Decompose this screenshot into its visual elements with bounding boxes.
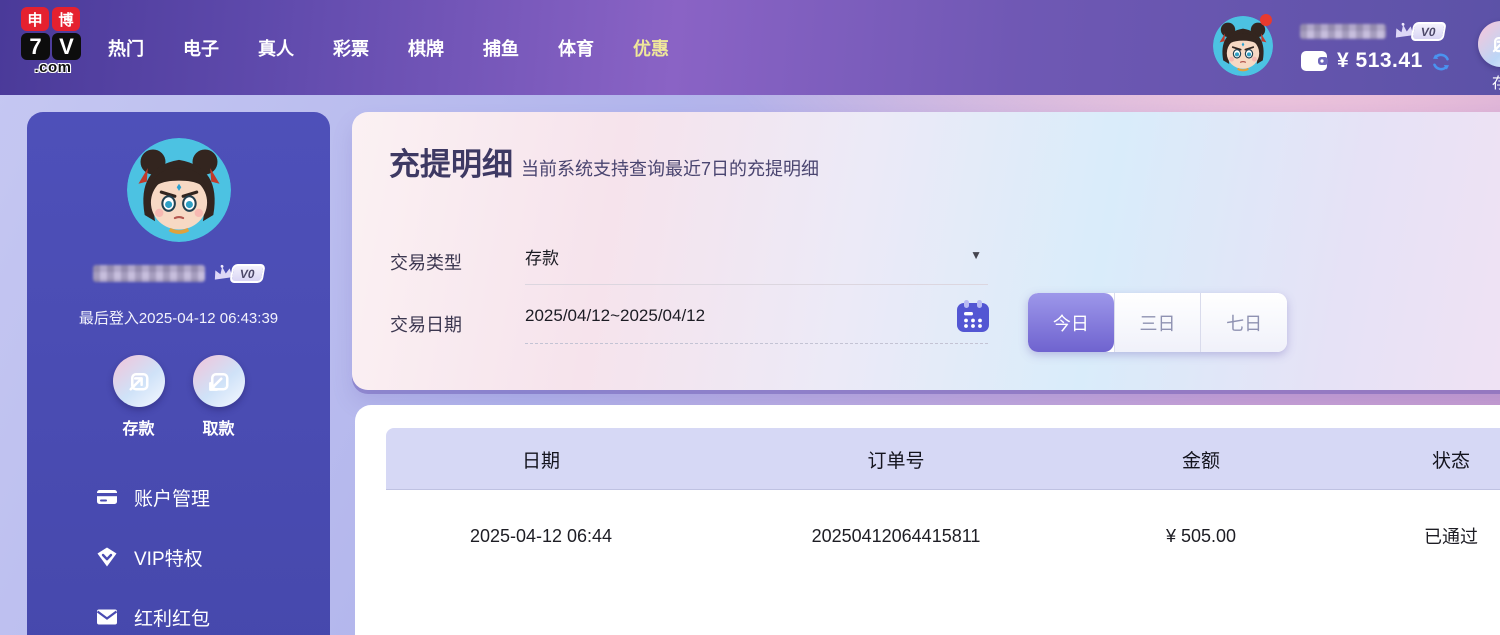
date-range-button-group: 今日 三日 七日 bbox=[1028, 293, 1287, 352]
transaction-type-select[interactable]: 存款 ▼ bbox=[525, 244, 988, 285]
transaction-type-value: 存款 bbox=[525, 249, 559, 268]
header-user-info: V0 ¥ 513.41 bbox=[1300, 21, 1452, 73]
transaction-date-value: 2025/04/12~2025/04/12 bbox=[525, 306, 705, 325]
sidebar-menu: 账户管理 VIP特权 红利红包 bbox=[27, 467, 330, 635]
vip-level-label: V0 bbox=[1410, 22, 1446, 41]
vip-badge: V0 bbox=[211, 264, 264, 283]
deposit-shortcut-icon bbox=[1478, 21, 1500, 67]
withdraw-icon bbox=[193, 355, 245, 407]
vip-diamond-icon bbox=[95, 545, 119, 569]
col-header-order-no: 订单号 bbox=[696, 446, 1096, 473]
filter-card: 充提明细 当前系统支持查询最近7日的充提明细 交易类型 存款 ▼ 交易日期 20… bbox=[352, 112, 1500, 390]
nav-item-chess[interactable]: 棋牌 bbox=[408, 35, 444, 61]
wallet-icon bbox=[1300, 49, 1330, 73]
transaction-date-input[interactable]: 2025/04/12~2025/04/12 bbox=[525, 306, 988, 344]
sidebar-item-bonus-redpacket[interactable]: 红利红包 bbox=[27, 587, 330, 635]
sidebar-item-vip-privileges[interactable]: VIP特权 bbox=[27, 527, 330, 587]
header-username-row: V0 bbox=[1300, 21, 1452, 41]
quick-actions: 存款 取款 bbox=[27, 355, 330, 439]
nav-item-lottery[interactable]: 彩票 bbox=[333, 35, 369, 61]
balance-amount: ¥ 513.41 bbox=[1337, 49, 1423, 73]
notification-dot bbox=[1260, 14, 1272, 26]
envelope-icon bbox=[95, 605, 119, 629]
page-subtitle: 当前系统支持查询最近7日的充提明细 bbox=[521, 155, 819, 181]
chevron-down-icon: ▼ bbox=[970, 248, 982, 262]
header-avatar[interactable] bbox=[1213, 16, 1273, 76]
page-title: 充提明细 bbox=[389, 139, 513, 184]
table-row: 2025-04-12 06:44 20250412064415811 ¥ 505… bbox=[386, 490, 1500, 582]
nav-item-sports[interactable]: 体育 bbox=[558, 35, 594, 61]
brand-badges: 申 博 bbox=[21, 7, 85, 31]
sidebar-username-row: V0 bbox=[27, 262, 330, 284]
cell-order-no: 20250412064415811 bbox=[696, 526, 1096, 547]
cell-date: 2025-04-12 06:44 bbox=[386, 526, 696, 547]
brand-tile-v: V bbox=[52, 33, 81, 60]
refresh-balance-icon[interactable] bbox=[1430, 51, 1452, 73]
masked-username bbox=[1300, 24, 1386, 39]
transaction-date-label: 交易日期 bbox=[390, 311, 462, 337]
sidebar-item-label: 账户管理 bbox=[134, 484, 210, 511]
deposit-label: 存款 bbox=[113, 415, 165, 439]
last-login-text: 最后登入2025-04-12 06:43:39 bbox=[27, 307, 330, 328]
deposit-shortcut-label: 存 bbox=[1492, 72, 1500, 93]
records-table-card: 日期 订单号 金额 状态 2025-04-12 06:44 2025041206… bbox=[355, 405, 1500, 635]
floating-deposit-shortcut[interactable]: 存 bbox=[1478, 21, 1500, 93]
col-header-status: 状态 bbox=[1306, 446, 1500, 473]
nav-item-live[interactable]: 真人 bbox=[258, 35, 294, 61]
cell-amount: ¥ 505.00 bbox=[1096, 526, 1306, 547]
deposit-withdraw-details-page: { "brand": { "badge_left": "申", "badge_r… bbox=[0, 0, 1500, 635]
brand-logo[interactable]: 申 博 7 V .com bbox=[21, 7, 85, 76]
deposit-button[interactable]: 存款 bbox=[113, 355, 165, 439]
range-today-button[interactable]: 今日 bbox=[1028, 293, 1114, 352]
col-header-date: 日期 bbox=[386, 446, 696, 473]
brand-badge-bo: 博 bbox=[52, 7, 80, 31]
profile-sidebar: V0 最后登入2025-04-12 06:43:39 存款 bbox=[27, 112, 330, 635]
vip-level-label: V0 bbox=[229, 264, 265, 283]
col-header-amount: 金额 bbox=[1096, 446, 1306, 473]
nav-item-hot[interactable]: 热门 bbox=[108, 35, 144, 61]
deposit-icon bbox=[113, 355, 165, 407]
sidebar-item-label: VIP特权 bbox=[134, 544, 203, 571]
main-nav-menu: 热门 电子 真人 彩票 棋牌 捕鱼 体育 优惠 bbox=[108, 0, 669, 95]
brand-domain: .com bbox=[21, 60, 85, 76]
bank-card-icon bbox=[95, 485, 119, 509]
brand-tiles: 7 V bbox=[21, 33, 85, 60]
range-3day-button[interactable]: 三日 bbox=[1114, 293, 1201, 352]
transaction-type-label: 交易类型 bbox=[390, 249, 462, 275]
balance-row: ¥ 513.41 bbox=[1300, 49, 1452, 73]
status-badge: 已通过 bbox=[1306, 523, 1500, 549]
table-header-row: 日期 订单号 金额 状态 bbox=[386, 428, 1500, 490]
top-nav-bar: 申 博 7 V .com 热门 电子 真人 彩票 棋牌 捕鱼 体育 优惠 bbox=[0, 0, 1500, 95]
range-7day-button[interactable]: 七日 bbox=[1200, 293, 1287, 352]
page-header: 充提明细 当前系统支持查询最近7日的充提明细 bbox=[389, 139, 819, 184]
nav-item-promos[interactable]: 优惠 bbox=[633, 35, 669, 61]
brand-badge-shen: 申 bbox=[21, 7, 49, 31]
withdraw-button[interactable]: 取款 bbox=[193, 355, 245, 439]
sidebar-item-label: 红利红包 bbox=[134, 604, 210, 631]
sidebar-item-account-management[interactable]: 账户管理 bbox=[27, 467, 330, 527]
brand-tile-7: 7 bbox=[21, 33, 50, 60]
vip-badge[interactable]: V0 bbox=[1392, 22, 1445, 41]
calendar-icon[interactable] bbox=[956, 299, 990, 333]
nav-item-fishing[interactable]: 捕鱼 bbox=[483, 35, 519, 61]
sidebar-avatar bbox=[127, 138, 231, 242]
withdraw-label: 取款 bbox=[193, 415, 245, 439]
nav-item-slots[interactable]: 电子 bbox=[183, 35, 219, 61]
masked-username bbox=[93, 265, 205, 282]
